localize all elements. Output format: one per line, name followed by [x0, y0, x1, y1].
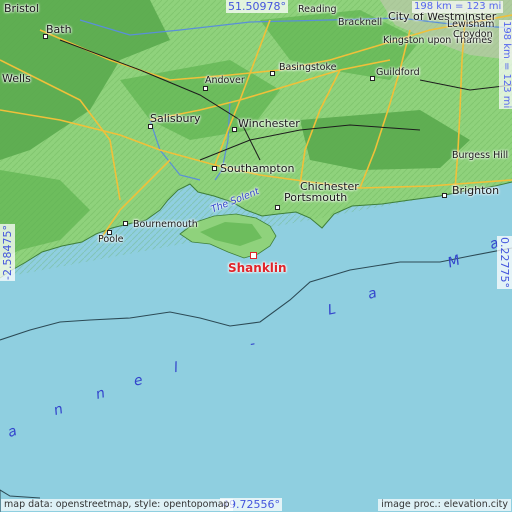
town-dot	[442, 193, 447, 198]
place-bristol: Bristol	[4, 2, 39, 15]
target-label[interactable]: Shanklin	[228, 262, 287, 274]
town-dot	[270, 71, 275, 76]
place-bournemouth: Bournemouth	[133, 219, 198, 230]
scale-right: 198 km = 123 mi	[499, 20, 512, 110]
place-southampton: Southampton	[220, 162, 295, 175]
place-wells: Wells	[2, 72, 31, 85]
town-dot	[212, 166, 217, 171]
place-bath: Bath	[46, 23, 72, 36]
town-dot	[370, 76, 375, 81]
place-andover: Andover	[205, 75, 245, 86]
place-guildford: Guildford	[376, 67, 420, 78]
place-poole: Poole	[98, 234, 124, 245]
town-dot	[107, 230, 112, 235]
place-portsmouth: Portsmouth	[284, 191, 348, 204]
place-croydon: Croydon	[453, 29, 493, 40]
town-dot	[43, 34, 48, 39]
coord-left: -2.58475°	[0, 224, 15, 281]
map-view[interactable]: Bristol Bath Wells Reading Bracknell Cit…	[0, 0, 512, 512]
town-dot	[232, 127, 237, 132]
credit-image-proc: image proc.: elevation.city	[378, 498, 511, 511]
place-winchester: Winchester	[238, 117, 300, 130]
coord-top: 51.50978°	[226, 0, 288, 13]
place-burgess-hill: Burgess Hill	[452, 150, 509, 161]
place-basingstoke: Basingstoke	[279, 62, 337, 73]
town-dot	[123, 221, 128, 226]
coord-right: 0.22775°	[497, 236, 512, 289]
square-marker-icon[interactable]	[250, 252, 257, 259]
credit-map-data: map data: openstreetmap, style: opentopo…	[1, 498, 233, 511]
town-dot	[203, 86, 208, 91]
place-salisbury: Salisbury	[150, 112, 201, 125]
town-dot	[148, 124, 153, 129]
place-brighton: Brighton	[452, 184, 500, 197]
place-bracknell: Bracknell	[338, 17, 383, 28]
place-reading: Reading	[298, 4, 337, 15]
scale-top: 198 km = 123 mi	[412, 1, 504, 13]
town-dot	[275, 205, 280, 210]
